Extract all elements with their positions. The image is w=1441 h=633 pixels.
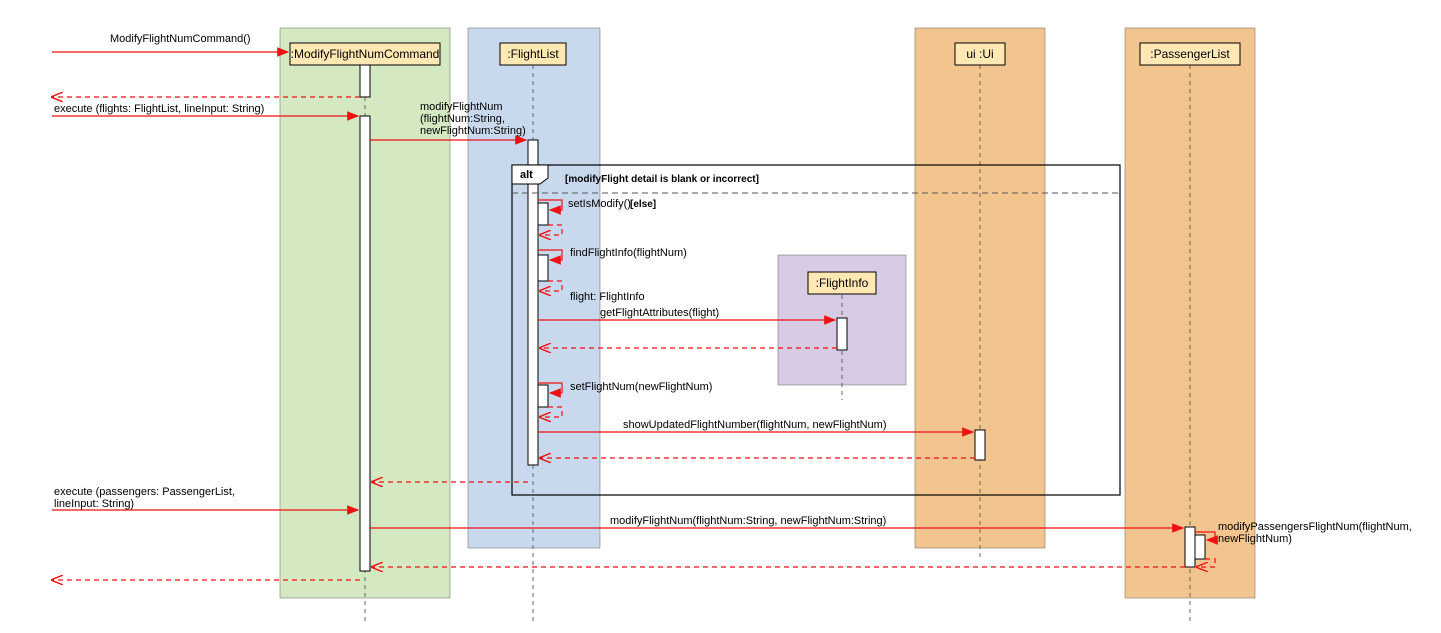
sequence-diagram: :ModifyFlightNumCommand :FlightList ui :… [0, 0, 1441, 633]
msg-findflightinfo-label: findFlightInfo(flightNum) [570, 247, 687, 259]
msg-create-label: ModifyFlightNumCommand() [110, 33, 251, 45]
activation-setflightnum [538, 385, 548, 407]
participant-passengerlist-label: :PassengerList [1150, 47, 1230, 61]
activation-cmd-execute [360, 116, 370, 571]
msg-modifyflightnum-l3: newFlightNum:String) [420, 125, 526, 137]
msg-execute2-l2: lineInput: String) [54, 498, 134, 510]
msg-modifyflightnum-l2: (flightNum:String, [420, 113, 505, 125]
msg-modifypassengers-l1: modifyPassengersFlightNum(flightNum, [1218, 521, 1412, 533]
participant-flightlist-label: :FlightList [507, 47, 559, 61]
msg-flight-return-label: flight: FlightInfo [570, 291, 645, 303]
msg-modifyflightnum2-label: modifyFlightNum(flightNum:String, newFli… [610, 515, 886, 527]
msg-setflightnum-label: setFlightNum(newFlightNum) [570, 381, 712, 393]
msg-execute2-l1: execute (passengers: PassengerList, [54, 486, 235, 498]
activation-cmd-create [360, 65, 370, 97]
msg-showupdated-label: showUpdatedFlightNumber(flightNum, newFl… [623, 419, 887, 431]
participant-cmd-label: :ModifyFlightNumCommand [291, 47, 440, 61]
activation-setismodify [538, 203, 548, 225]
msg-modifypassengers-l2: newFlightNum) [1218, 533, 1292, 545]
alt-label: alt [520, 169, 533, 181]
msg-execute1-label: execute (flights: FlightList, lineInput:… [54, 103, 264, 115]
activation-passengerlist [1185, 527, 1195, 567]
msg-getflightattributes-label: getFlightAttributes(flight) [600, 307, 719, 319]
activation-findflightinfo [538, 255, 548, 281]
activation-flightlist [528, 140, 538, 465]
activation-modifypassengers [1195, 535, 1205, 559]
participant-flightinfo-label: :FlightInfo [816, 276, 869, 290]
msg-modifyflightnum-l1: modifyFlightNum [420, 101, 503, 113]
else-label: [else] [630, 199, 656, 210]
activation-ui [975, 430, 985, 460]
msg-setismodify-label: setIsModify() [568, 198, 631, 210]
activation-flightinfo [837, 318, 847, 350]
participant-ui-label: ui :Ui [966, 47, 993, 61]
alt-guard1: [modifyFlight detail is blank or incorre… [565, 174, 759, 185]
